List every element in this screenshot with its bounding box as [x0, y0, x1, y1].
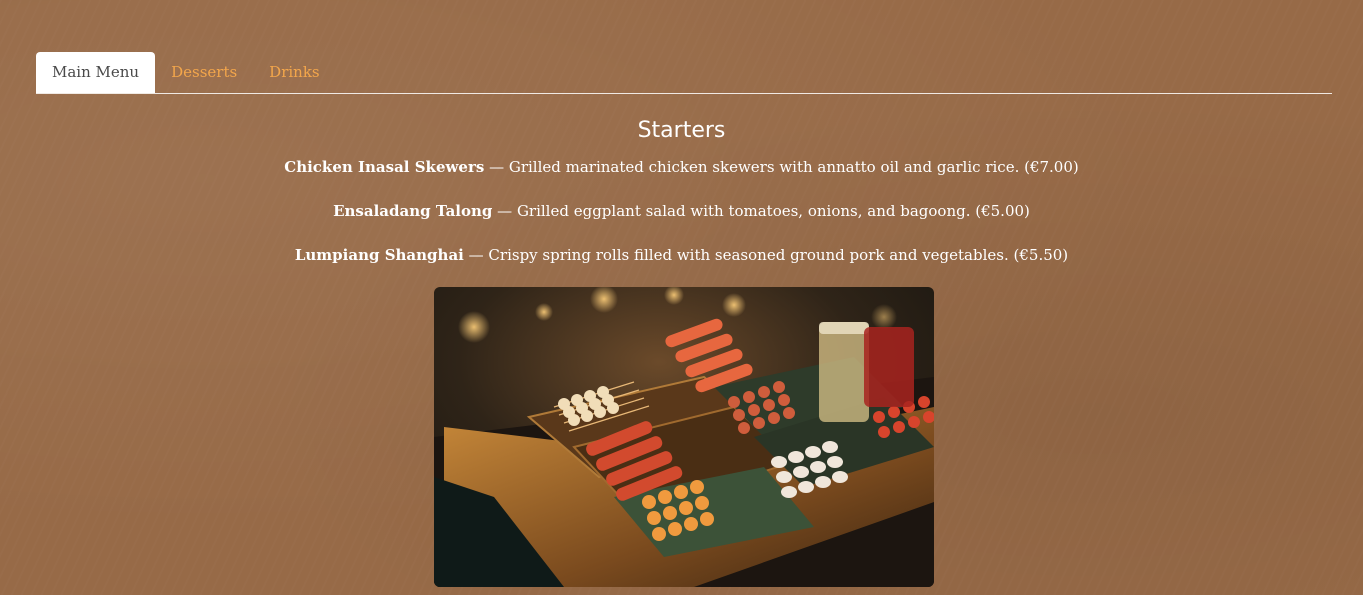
menu-content: Starters Chicken Inasal Skewers — Grille…: [0, 112, 1363, 288]
menu-item-description: Crispy spring rolls filled with seasoned…: [488, 246, 1069, 264]
menu-item: Lumpiang Shanghai — Crispy spring rolls …: [0, 244, 1363, 266]
menu-item-description: Grilled marinated chicken skewers with a…: [508, 158, 1079, 176]
menu-item: Ensaladang Talong — Grilled eggplant sal…: [0, 200, 1363, 222]
menu-item-description: Grilled eggplant salad with tomatoes, on…: [516, 202, 1030, 220]
tab-desserts[interactable]: Desserts: [155, 52, 253, 93]
menu-item-separator: —: [463, 246, 489, 264]
tab-drinks[interactable]: Drinks: [253, 52, 335, 93]
food-photo: [434, 287, 934, 587]
menu-item-name: Ensaladang Talong: [333, 202, 493, 220]
menu-tabs: Main Menu Desserts Drinks: [36, 52, 1332, 94]
menu-item-name: Lumpiang Shanghai: [294, 246, 464, 264]
tab-main-menu[interactable]: Main Menu: [36, 52, 156, 93]
skewers-illustration: [434, 287, 934, 587]
section-title: Starters: [637, 118, 726, 143]
menu-item-name: Chicken Inasal Skewers: [284, 158, 485, 176]
menu-item-separator: —: [484, 158, 509, 176]
menu-item-separator: —: [492, 202, 517, 220]
menu-item: Chicken Inasal Skewers — Grilled marinat…: [0, 156, 1363, 178]
